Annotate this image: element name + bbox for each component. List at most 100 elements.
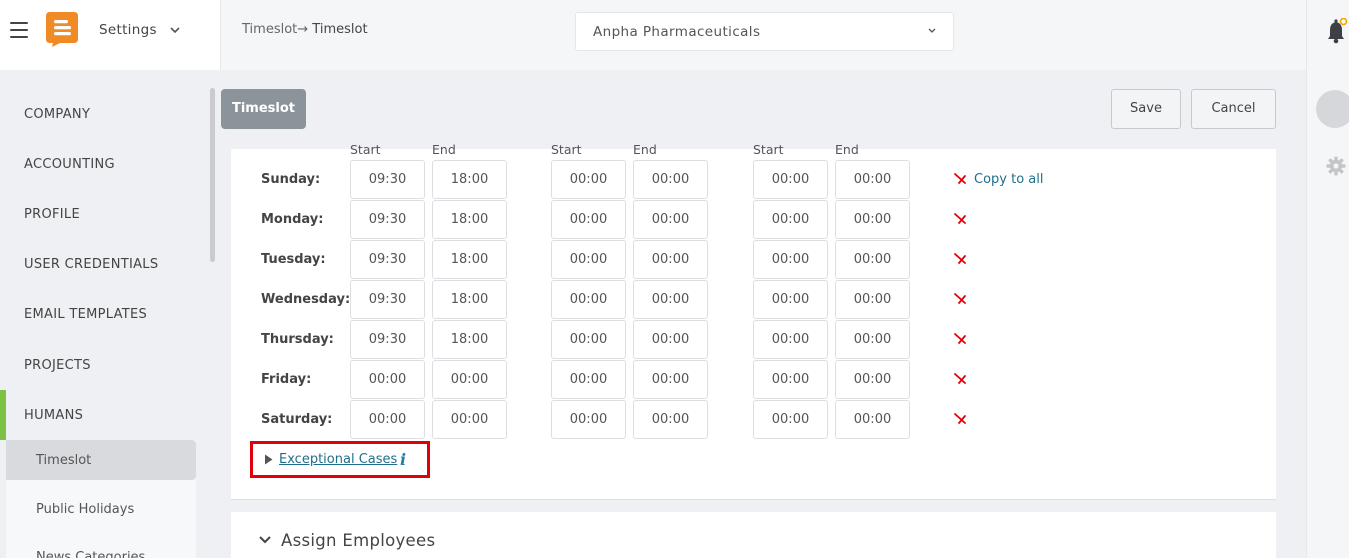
end-time-input[interactable]: 00:00 xyxy=(633,240,708,279)
start-time-input[interactable]: 09:30 xyxy=(350,160,425,199)
sidebar-item-profile[interactable]: PROFILE xyxy=(24,207,80,222)
end-time-input[interactable]: 00:00 xyxy=(835,280,910,319)
end-time-input[interactable]: 00:00 xyxy=(633,360,708,399)
company-select[interactable]: Anpha Pharmaceuticals xyxy=(575,12,954,51)
sidebar-item-company[interactable]: COMPANY xyxy=(24,107,90,122)
end-time-input[interactable]: 00:00 xyxy=(633,200,708,239)
chevron-down-icon[interactable] xyxy=(258,533,272,547)
clear-row-icon[interactable] xyxy=(953,412,967,426)
column-header-end: End xyxy=(633,142,657,157)
active-section-indicator xyxy=(0,390,6,440)
column-header-end: End xyxy=(835,142,859,157)
avatar[interactable] xyxy=(1316,90,1349,128)
cancel-button[interactable]: Cancel xyxy=(1191,89,1276,129)
start-time-input[interactable]: 00:00 xyxy=(753,240,828,279)
end-time-input[interactable]: 00:00 xyxy=(835,160,910,199)
breadcrumb-current: Timeslot xyxy=(312,22,368,37)
breadcrumb-parent[interactable]: Timeslot xyxy=(242,22,297,37)
start-time-input[interactable]: 00:00 xyxy=(350,400,425,439)
end-time-input[interactable]: 00:00 xyxy=(835,360,910,399)
day-label: Tuesday: xyxy=(261,252,326,267)
exceptional-cases-link[interactable]: Exceptional Cases xyxy=(279,452,397,467)
start-time-input[interactable]: 00:00 xyxy=(753,160,828,199)
start-time-input[interactable]: 00:00 xyxy=(753,360,828,399)
sidebar-item-humans[interactable]: HUMANS xyxy=(24,408,83,423)
day-label: Sunday: xyxy=(261,172,321,187)
sidebar-item-user-credentials[interactable]: USER CREDENTIALS xyxy=(24,257,158,272)
start-time-input[interactable]: 00:00 xyxy=(551,400,626,439)
sidebar-item-projects[interactable]: PROJECTS xyxy=(24,358,91,373)
submenu-item-news-categories[interactable]: News Categories xyxy=(36,550,145,558)
end-time-input[interactable]: 00:00 xyxy=(835,400,910,439)
submenu-item-public-holidays[interactable]: Public Holidays xyxy=(36,502,134,517)
clear-row-icon[interactable] xyxy=(953,292,967,306)
start-time-input[interactable]: 00:00 xyxy=(551,240,626,279)
right-rail xyxy=(1306,0,1349,558)
clear-row-icon[interactable] xyxy=(953,172,967,186)
settings-label[interactable]: Settings xyxy=(99,22,157,38)
start-time-input[interactable]: 00:00 xyxy=(753,200,828,239)
end-time-input[interactable]: 18:00 xyxy=(432,280,507,319)
end-time-input[interactable]: 00:00 xyxy=(633,280,708,319)
start-time-input[interactable]: 09:30 xyxy=(350,280,425,319)
column-header-start: Start xyxy=(753,142,784,157)
start-time-input[interactable]: 00:00 xyxy=(551,160,626,199)
menu-icon[interactable] xyxy=(10,22,28,38)
end-time-input[interactable]: 00:00 xyxy=(835,200,910,239)
assign-employees-title: Assign Employees xyxy=(281,531,436,550)
start-time-input[interactable]: 00:00 xyxy=(350,360,425,399)
clear-row-icon[interactable] xyxy=(953,332,967,346)
breadcrumb: Timeslot→ Timeslot xyxy=(242,22,368,37)
start-time-input[interactable]: 00:00 xyxy=(551,280,626,319)
start-time-input[interactable]: 00:00 xyxy=(551,360,626,399)
column-header-start: Start xyxy=(350,142,381,157)
end-time-input[interactable]: 00:00 xyxy=(633,160,708,199)
start-time-input[interactable]: 09:30 xyxy=(350,200,425,239)
start-time-input[interactable]: 00:00 xyxy=(551,320,626,359)
gear-icon[interactable] xyxy=(1326,156,1346,176)
company-select-value: Anpha Pharmaceuticals xyxy=(593,24,761,40)
chevron-down-icon xyxy=(928,28,936,33)
tab-timeslot[interactable]: Timeslot xyxy=(221,89,306,129)
chevron-down-icon[interactable] xyxy=(169,22,181,38)
bell-icon[interactable] xyxy=(1326,18,1348,44)
end-time-input[interactable]: 00:00 xyxy=(432,360,507,399)
end-time-input[interactable]: 18:00 xyxy=(432,200,507,239)
day-label: Wednesday: xyxy=(261,292,351,307)
day-label: Thursday: xyxy=(261,332,334,347)
clear-row-icon[interactable] xyxy=(953,252,967,266)
end-time-input[interactable]: 00:00 xyxy=(835,320,910,359)
start-time-input[interactable]: 09:30 xyxy=(350,240,425,279)
end-time-input[interactable]: 00:00 xyxy=(432,400,507,439)
submenu-item-timeslot[interactable]: Timeslot xyxy=(36,453,91,468)
copy-to-all-link[interactable]: Copy to all xyxy=(974,172,1043,187)
sidebar-scrollbar[interactable] xyxy=(210,88,215,262)
day-label: Monday: xyxy=(261,212,324,227)
end-time-input[interactable]: 18:00 xyxy=(432,240,507,279)
end-time-input[interactable]: 00:00 xyxy=(835,240,910,279)
brand-area: Settings xyxy=(0,0,221,70)
end-time-input[interactable]: 18:00 xyxy=(432,320,507,359)
start-time-input[interactable]: 09:30 xyxy=(350,320,425,359)
start-time-input[interactable]: 00:00 xyxy=(753,320,828,359)
end-time-input[interactable]: 00:00 xyxy=(633,400,708,439)
end-time-input[interactable]: 18:00 xyxy=(432,160,507,199)
save-button[interactable]: Save xyxy=(1111,89,1181,129)
start-time-input[interactable]: 00:00 xyxy=(551,200,626,239)
sidebar-item-email-templates[interactable]: EMAIL TEMPLATES xyxy=(24,307,147,322)
sidebar-item-accounting[interactable]: ACCOUNTING xyxy=(24,157,115,172)
submenu-active-highlight xyxy=(6,440,196,480)
start-time-input[interactable]: 00:00 xyxy=(753,400,828,439)
end-time-input[interactable]: 00:00 xyxy=(633,320,708,359)
column-header-start: Start xyxy=(551,142,582,157)
clear-row-icon[interactable] xyxy=(953,372,967,386)
logo-icon xyxy=(46,12,78,47)
breadcrumb-arrow: → xyxy=(297,22,309,37)
info-icon[interactable]: i xyxy=(400,450,406,469)
clear-row-icon[interactable] xyxy=(953,212,967,226)
start-time-input[interactable]: 00:00 xyxy=(753,280,828,319)
column-header-end: End xyxy=(432,142,456,157)
day-label: Friday: xyxy=(261,372,312,387)
caret-right-icon[interactable] xyxy=(264,454,273,465)
day-label: Saturday: xyxy=(261,412,333,427)
